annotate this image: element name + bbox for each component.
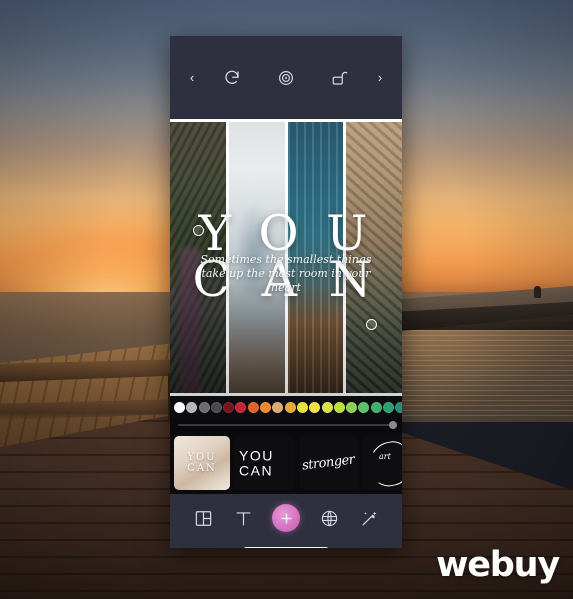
color-swatch-2[interactable] (198, 401, 210, 413)
color-swatch-3[interactable] (210, 401, 222, 413)
text-style-presets[interactable]: YOU CAN YOU CAN stronger art (170, 432, 402, 494)
preset-2-label: YOU CAN (239, 448, 274, 477)
color-swatch-12[interactable] (321, 401, 333, 413)
preset-photo-youcan[interactable]: YOU CAN (174, 436, 230, 490)
preset-1-label: YOU CAN (174, 452, 230, 474)
topbar-tools (222, 68, 350, 88)
color-swatch-10[interactable] (296, 401, 308, 413)
photo-strip-2[interactable] (228, 122, 285, 393)
color-swatch-11[interactable] (309, 401, 321, 413)
preset-2-line2: CAN (239, 462, 274, 478)
back-arrow-button[interactable]: ‹ (184, 70, 200, 86)
preset-brush-mark[interactable]: art (363, 436, 402, 490)
slider-knob[interactable] (389, 421, 397, 429)
preset-1-line2: CAN (187, 463, 217, 474)
preset-1-line1: YOU (187, 452, 217, 463)
size-slider-row[interactable] (170, 418, 402, 432)
photo-strip-grid (170, 119, 402, 396)
phone-app-overlay: ‹ › Y O U C A N Sometimes the smallest t… (170, 36, 402, 548)
color-swatch-16[interactable] (370, 401, 382, 413)
color-swatch-5[interactable] (235, 401, 247, 413)
photo-strip-4[interactable] (346, 122, 402, 393)
color-palette[interactable] (170, 396, 402, 418)
add-icon[interactable] (272, 504, 300, 532)
selection-handle-bottom-right[interactable] (366, 319, 377, 330)
layout-icon[interactable] (192, 507, 214, 529)
color-swatch-8[interactable] (272, 401, 284, 413)
color-swatch-0[interactable] (174, 401, 185, 413)
color-swatch-1[interactable] (186, 401, 198, 413)
photo-strip-1[interactable] (170, 122, 226, 393)
color-swatch-6[interactable] (247, 401, 259, 413)
home-indicator (244, 547, 328, 548)
undo-redo-icon[interactable] (222, 68, 242, 88)
color-swatch-13[interactable] (333, 401, 345, 413)
preset-bold-youcan[interactable]: YOU CAN (235, 436, 295, 490)
editor-canvas[interactable]: Y O U C A N Sometimes the smallest thing… (170, 119, 402, 396)
preset-2-line1: YOU (239, 447, 274, 464)
color-swatch-7[interactable] (260, 401, 272, 413)
color-swatch-18[interactable] (395, 401, 402, 413)
color-swatch-17[interactable] (383, 401, 395, 413)
forward-arrow-button[interactable]: › (372, 70, 388, 86)
color-swatch-9[interactable] (284, 401, 296, 413)
color-swatch-15[interactable] (358, 401, 370, 413)
lock-icon[interactable] (330, 68, 350, 88)
app-topbar: ‹ › (170, 36, 402, 119)
photo-strip-3[interactable] (287, 122, 344, 393)
color-swatch-4[interactable] (223, 401, 235, 413)
sticker-icon[interactable] (318, 507, 340, 529)
webuy-watermark: webuy (436, 545, 560, 585)
preset-script-stronger[interactable]: stronger (300, 436, 358, 490)
slider-track[interactable] (178, 421, 397, 429)
color-swatch-14[interactable] (346, 401, 358, 413)
magic-wand-icon[interactable] (358, 507, 380, 529)
bottombar-icons (170, 501, 402, 535)
brush-stroke-shape (364, 438, 402, 490)
target-icon[interactable] (276, 68, 296, 88)
screenshot-stage: webuy ‹ › Y O U C A N Sometimes the smal… (0, 0, 573, 599)
preset-4-script: art (379, 452, 391, 461)
selection-handle-top-left[interactable] (193, 225, 204, 236)
text-icon[interactable] (232, 507, 254, 529)
app-bottombar (170, 494, 402, 548)
preset-3-script: stronger (301, 452, 356, 474)
